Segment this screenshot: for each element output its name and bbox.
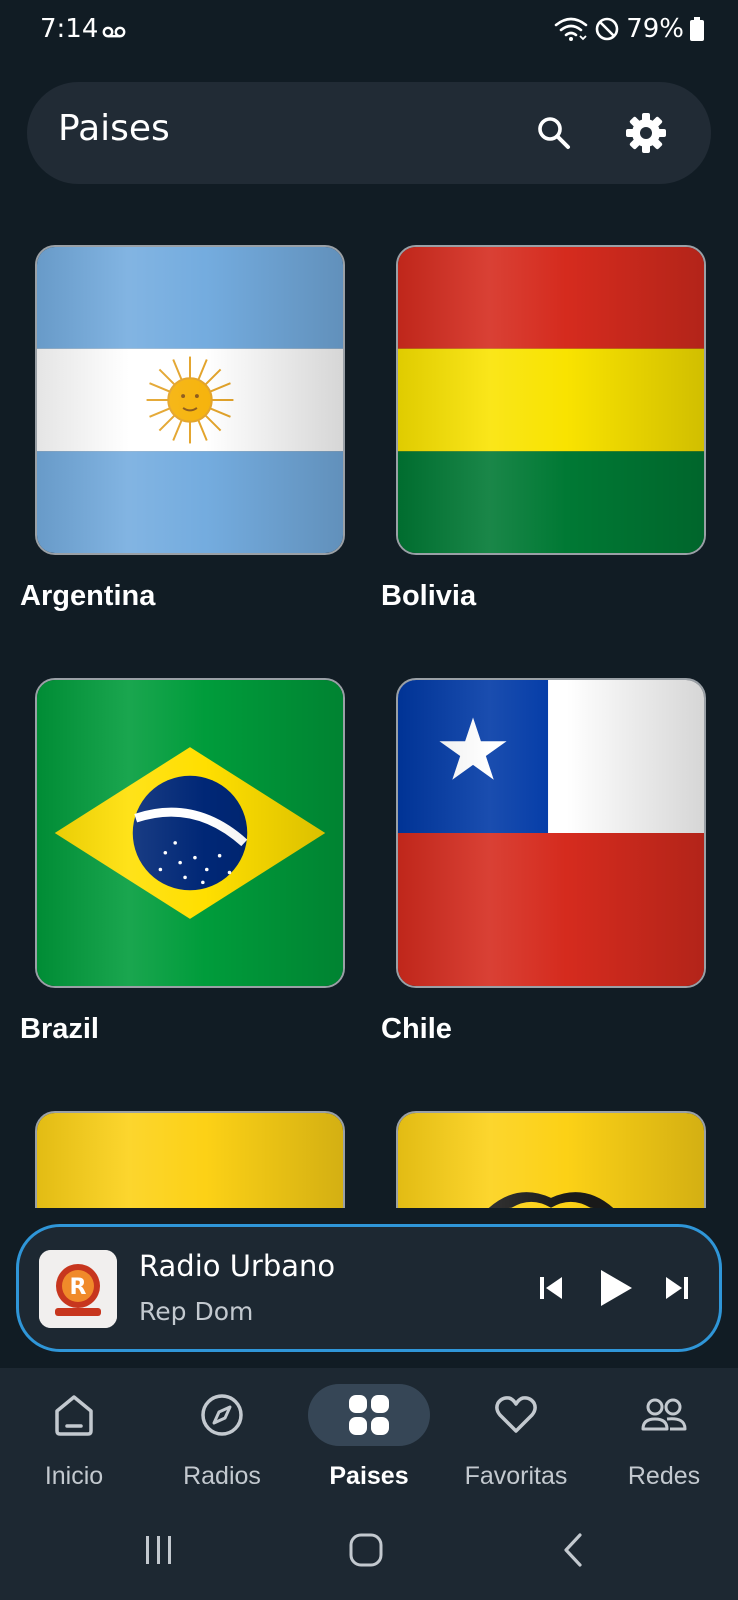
back-button[interactable] [548, 1530, 598, 1570]
country-grid[interactable]: Argentina Bolivia Brazil Chile [0, 200, 738, 1208]
people-icon [641, 1398, 687, 1431]
nav-label: Inicio [44, 1462, 104, 1490]
station-subtitle: Rep Dom [139, 1297, 254, 1326]
skip-next-icon [666, 1277, 688, 1299]
search-icon [538, 117, 570, 149]
skip-previous-icon [540, 1277, 562, 1299]
nav-label: Favoritas [464, 1462, 568, 1490]
page-title: Paises [58, 108, 170, 149]
country-card-partial-right[interactable] [381, 1066, 721, 1208]
flag-partial-yellow [35, 1111, 345, 1208]
system-navigation-bar [0, 1500, 738, 1600]
country-name: Bolivia [381, 580, 477, 612]
next-button[interactable] [657, 1263, 697, 1313]
status-time: 7:14 [40, 14, 99, 44]
heart-icon [495, 1396, 537, 1433]
nav-item-inicio[interactable]: Inicio [0, 1368, 148, 1500]
recents-button[interactable] [134, 1530, 184, 1570]
battery-percent: 79% [626, 14, 684, 44]
flag-partial-yellow-emblem [396, 1111, 706, 1208]
nav-label: Radios [183, 1462, 261, 1490]
station-logo: R [39, 1250, 117, 1328]
recents-icon [146, 1536, 171, 1564]
previous-button[interactable] [531, 1263, 571, 1313]
mini-player[interactable]: R Radio Urbano Rep Dom [16, 1224, 722, 1352]
nav-item-paises[interactable]: Paises [295, 1368, 443, 1500]
compass-icon [201, 1394, 243, 1436]
home-circle-icon [349, 1533, 383, 1567]
status-bar: 7:14 79% [0, 0, 738, 64]
flag-argentina [35, 245, 345, 555]
play-button[interactable] [591, 1263, 641, 1313]
status-icons: 79% [554, 14, 704, 44]
station-title: Radio Urbano [139, 1249, 336, 1283]
grid-icon [349, 1395, 389, 1435]
play-icon [601, 1270, 632, 1306]
voicemail-icon [102, 26, 126, 38]
country-name: Argentina [20, 580, 156, 612]
top-app-bar: Paises [27, 82, 711, 184]
home-icon [55, 1395, 93, 1436]
flag-brazil [35, 678, 345, 988]
nav-item-favoritas[interactable]: Favoritas [442, 1368, 590, 1500]
gear-icon [626, 113, 666, 153]
country-card-brazil[interactable]: Brazil [20, 633, 360, 1053]
nav-active-indicator [308, 1384, 430, 1446]
nav-label: Paises [329, 1462, 409, 1490]
flag-bolivia [396, 245, 706, 555]
country-card-bolivia[interactable]: Bolivia [381, 200, 721, 620]
country-name: Chile [381, 1013, 452, 1045]
country-name: Brazil [20, 1013, 99, 1045]
home-system-button[interactable] [341, 1530, 391, 1570]
nav-item-redes[interactable]: Redes [590, 1368, 738, 1500]
wifi-icon [554, 17, 588, 41]
bottom-navigation: Inicio Radios Paises Favoritas Redes [0, 1368, 738, 1500]
flag-chile [396, 678, 706, 988]
search-button[interactable] [529, 108, 579, 158]
settings-button[interactable] [621, 108, 671, 158]
do-not-disturb-icon [595, 17, 619, 41]
battery-icon [690, 17, 704, 41]
country-card-argentina[interactable]: Argentina [20, 200, 360, 620]
country-card-chile[interactable]: Chile [381, 633, 721, 1053]
nav-item-radios[interactable]: Radios [148, 1368, 296, 1500]
back-icon [564, 1533, 582, 1567]
nav-label: Redes [627, 1462, 701, 1490]
country-card-partial-left[interactable] [20, 1066, 360, 1208]
svg-text:R: R [70, 1275, 87, 1300]
